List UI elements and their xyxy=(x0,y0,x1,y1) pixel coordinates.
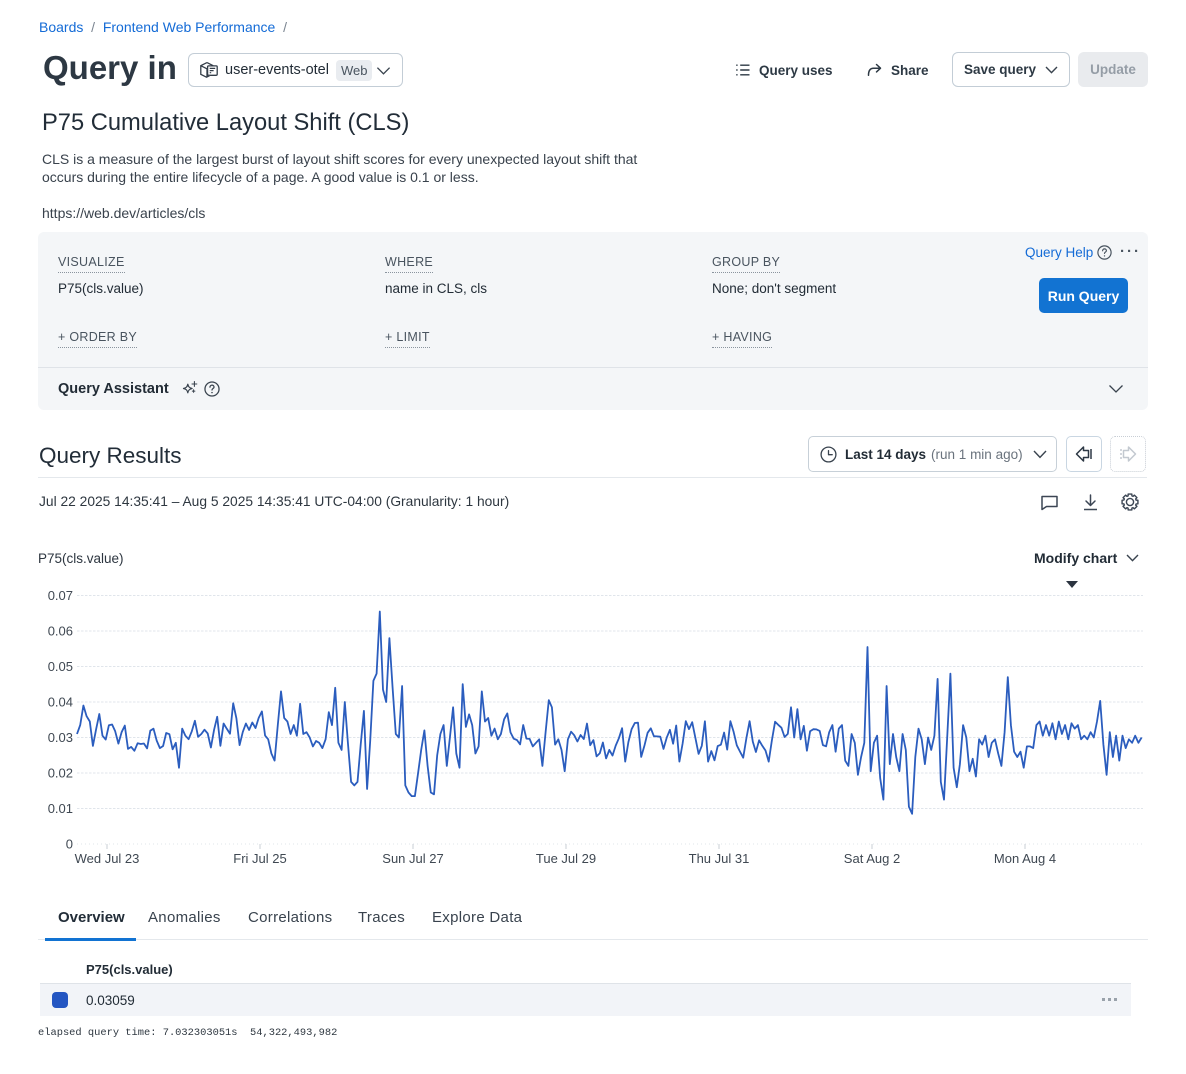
svg-text:0.05: 0.05 xyxy=(48,659,73,674)
svg-text:0.01: 0.01 xyxy=(48,801,73,816)
svg-text:0.02: 0.02 xyxy=(48,766,73,781)
svg-text:Sat Aug 2: Sat Aug 2 xyxy=(844,851,900,866)
svg-text:0.06: 0.06 xyxy=(48,624,73,639)
svg-text:0.03: 0.03 xyxy=(48,730,73,745)
svg-text:Tue Jul 29: Tue Jul 29 xyxy=(536,851,596,866)
svg-text:Mon Aug 4: Mon Aug 4 xyxy=(994,851,1056,866)
svg-text:Wed Jul 23: Wed Jul 23 xyxy=(75,851,140,866)
svg-text:0.04: 0.04 xyxy=(48,695,73,710)
svg-text:Sun Jul 27: Sun Jul 27 xyxy=(382,851,443,866)
svg-text:0.07: 0.07 xyxy=(48,588,73,603)
svg-text:0: 0 xyxy=(66,837,73,852)
svg-text:Fri Jul 25: Fri Jul 25 xyxy=(233,851,286,866)
svg-text:Thu Jul 31: Thu Jul 31 xyxy=(689,851,750,866)
